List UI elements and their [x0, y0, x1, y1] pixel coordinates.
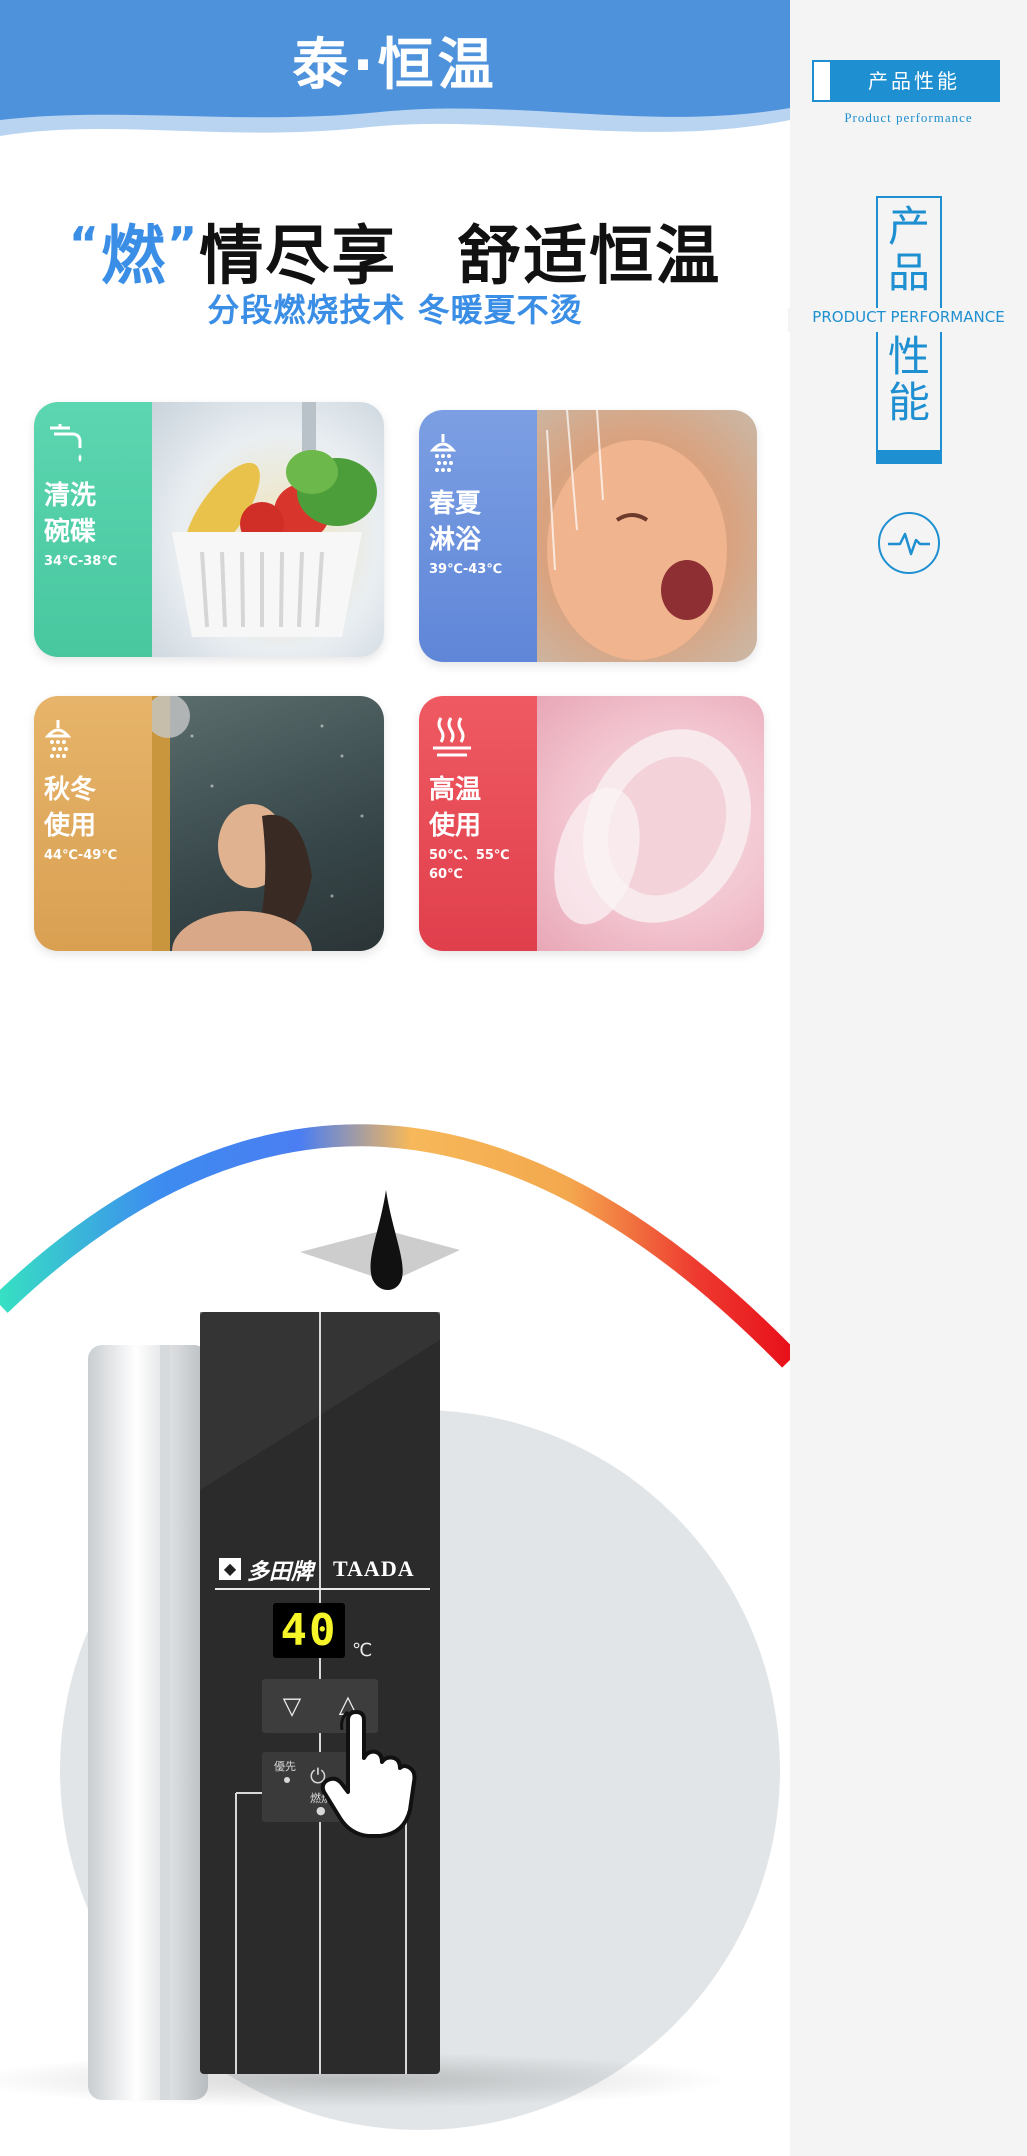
- card-temp: 50℃、55℃ 60℃: [429, 846, 537, 884]
- card-temp: 44℃-49℃: [44, 848, 118, 863]
- vertical-title-bottom: 性 能: [878, 334, 940, 426]
- headline: “燃”情尽享 舒适恒温: [0, 205, 790, 297]
- scenario-card-dishes: 清洗 碗碟 34℃-38℃: [34, 402, 384, 657]
- card-temp-line1: 50℃、55℃: [429, 848, 510, 863]
- brand-title: 泰·恒温: [292, 33, 498, 98]
- card-temp: 39℃-43℃: [429, 562, 503, 577]
- card-title: 清洗 碗碟: [44, 478, 144, 550]
- vertical-char: 品: [887, 248, 930, 297]
- card-title-line1: 高温: [429, 775, 482, 805]
- vegetables-photo: [152, 402, 384, 657]
- scenario-card-bath: 春夏 淋浴 39℃-43℃: [419, 410, 757, 662]
- brand-name-cn: 多田牌: [247, 1560, 314, 1585]
- headline-part2: 舒适恒温: [457, 220, 722, 294]
- plates-photo: [537, 696, 764, 951]
- sidebar-sublabel: Product performance: [844, 110, 973, 125]
- scenario-card-autumn: 秋冬 使用 44℃-49℃: [34, 696, 384, 951]
- card-title-line2: 淋浴: [429, 525, 482, 555]
- sidebar-label: 产品性能: [868, 69, 960, 93]
- sidebar: 产品性能 Product performance 产 品 性 能 PRODUCT…: [788, 0, 1027, 2156]
- vertical-char: 能: [887, 378, 930, 427]
- steam-icon: [433, 717, 471, 757]
- priority-label: 優先: [274, 1760, 296, 1773]
- subheadline: 分段燃烧技术 冬暖夏不烫: [207, 291, 583, 329]
- header-banner: 泰·恒温: [0, 0, 790, 160]
- heater-side-panel: [88, 1345, 208, 2100]
- temperature-display: 40: [273, 1603, 345, 1658]
- sidebar-label-box: 产品性能: [812, 60, 1000, 102]
- heater-brand: ◆ 多田牌 TAADA: [215, 1548, 435, 1590]
- shower-icon: [429, 434, 457, 472]
- card-temp-line2: 60℃: [429, 867, 463, 882]
- card-temp: 34℃-38℃: [44, 554, 118, 569]
- temp-down-button[interactable]: ▽: [272, 1686, 312, 1726]
- card-title-line2: 碗碟: [44, 517, 97, 547]
- baby-photo: [537, 410, 757, 662]
- temperature-unit: ℃: [352, 1640, 373, 1661]
- sidebar-english-title: PRODUCT PERFORMANCE: [790, 308, 1027, 326]
- pulse-icon: [878, 512, 940, 574]
- card-title: 春夏 淋浴: [429, 486, 529, 558]
- vertical-title-top: 产 品: [878, 204, 940, 296]
- main-content: 泰·恒温 “燃”情尽享 舒适恒温 分段燃烧技术 冬暖夏不烫 清洗 碗碟 34℃-…: [0, 0, 790, 2156]
- hand-pointer-icon: [320, 1710, 417, 1838]
- priority-indicator: [284, 1777, 290, 1783]
- faucet-icon: [50, 424, 82, 462]
- vertical-char: 性: [887, 332, 930, 381]
- woman-shower-photo: [146, 696, 384, 951]
- brand-logo-icon: ◆: [219, 1558, 241, 1580]
- card-title-line2: 使用: [44, 811, 97, 841]
- card-title-line1: 春夏: [429, 489, 482, 519]
- headline-quote-open: “: [68, 217, 101, 271]
- heater-product-area: [0, 1080, 790, 2156]
- scenario-card-hot: 高温 使用 50℃、55℃ 60℃: [419, 696, 764, 951]
- card-title: 秋冬 使用: [44, 772, 144, 844]
- sidebar-vertical-title: 产 品 性 能: [788, 196, 1025, 464]
- shower-icon: [44, 720, 72, 758]
- card-title-line2: 使用: [429, 811, 482, 841]
- vertical-char: 产: [887, 202, 930, 251]
- card-title-line1: 秋冬: [44, 775, 97, 805]
- card-title-line1: 清洗: [44, 481, 97, 511]
- headline-quote-close: ”: [167, 217, 200, 271]
- heater-illustration: [0, 1124, 790, 2130]
- brand-name-en: TAADA: [333, 1556, 415, 1581]
- headline-part1: 情尽享: [199, 220, 398, 294]
- card-title: 高温 使用: [429, 772, 529, 844]
- headline-accent: 燃: [101, 220, 167, 294]
- brand-underline: [215, 1588, 430, 1590]
